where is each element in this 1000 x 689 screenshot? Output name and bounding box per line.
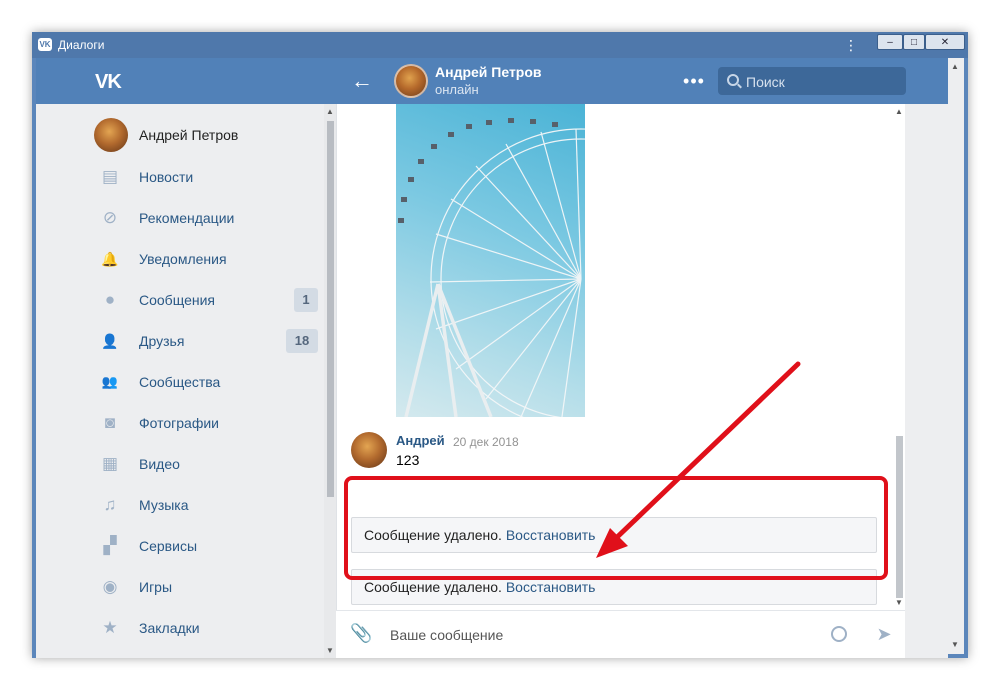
red-annotation-arrow: [596, 361, 801, 558]
